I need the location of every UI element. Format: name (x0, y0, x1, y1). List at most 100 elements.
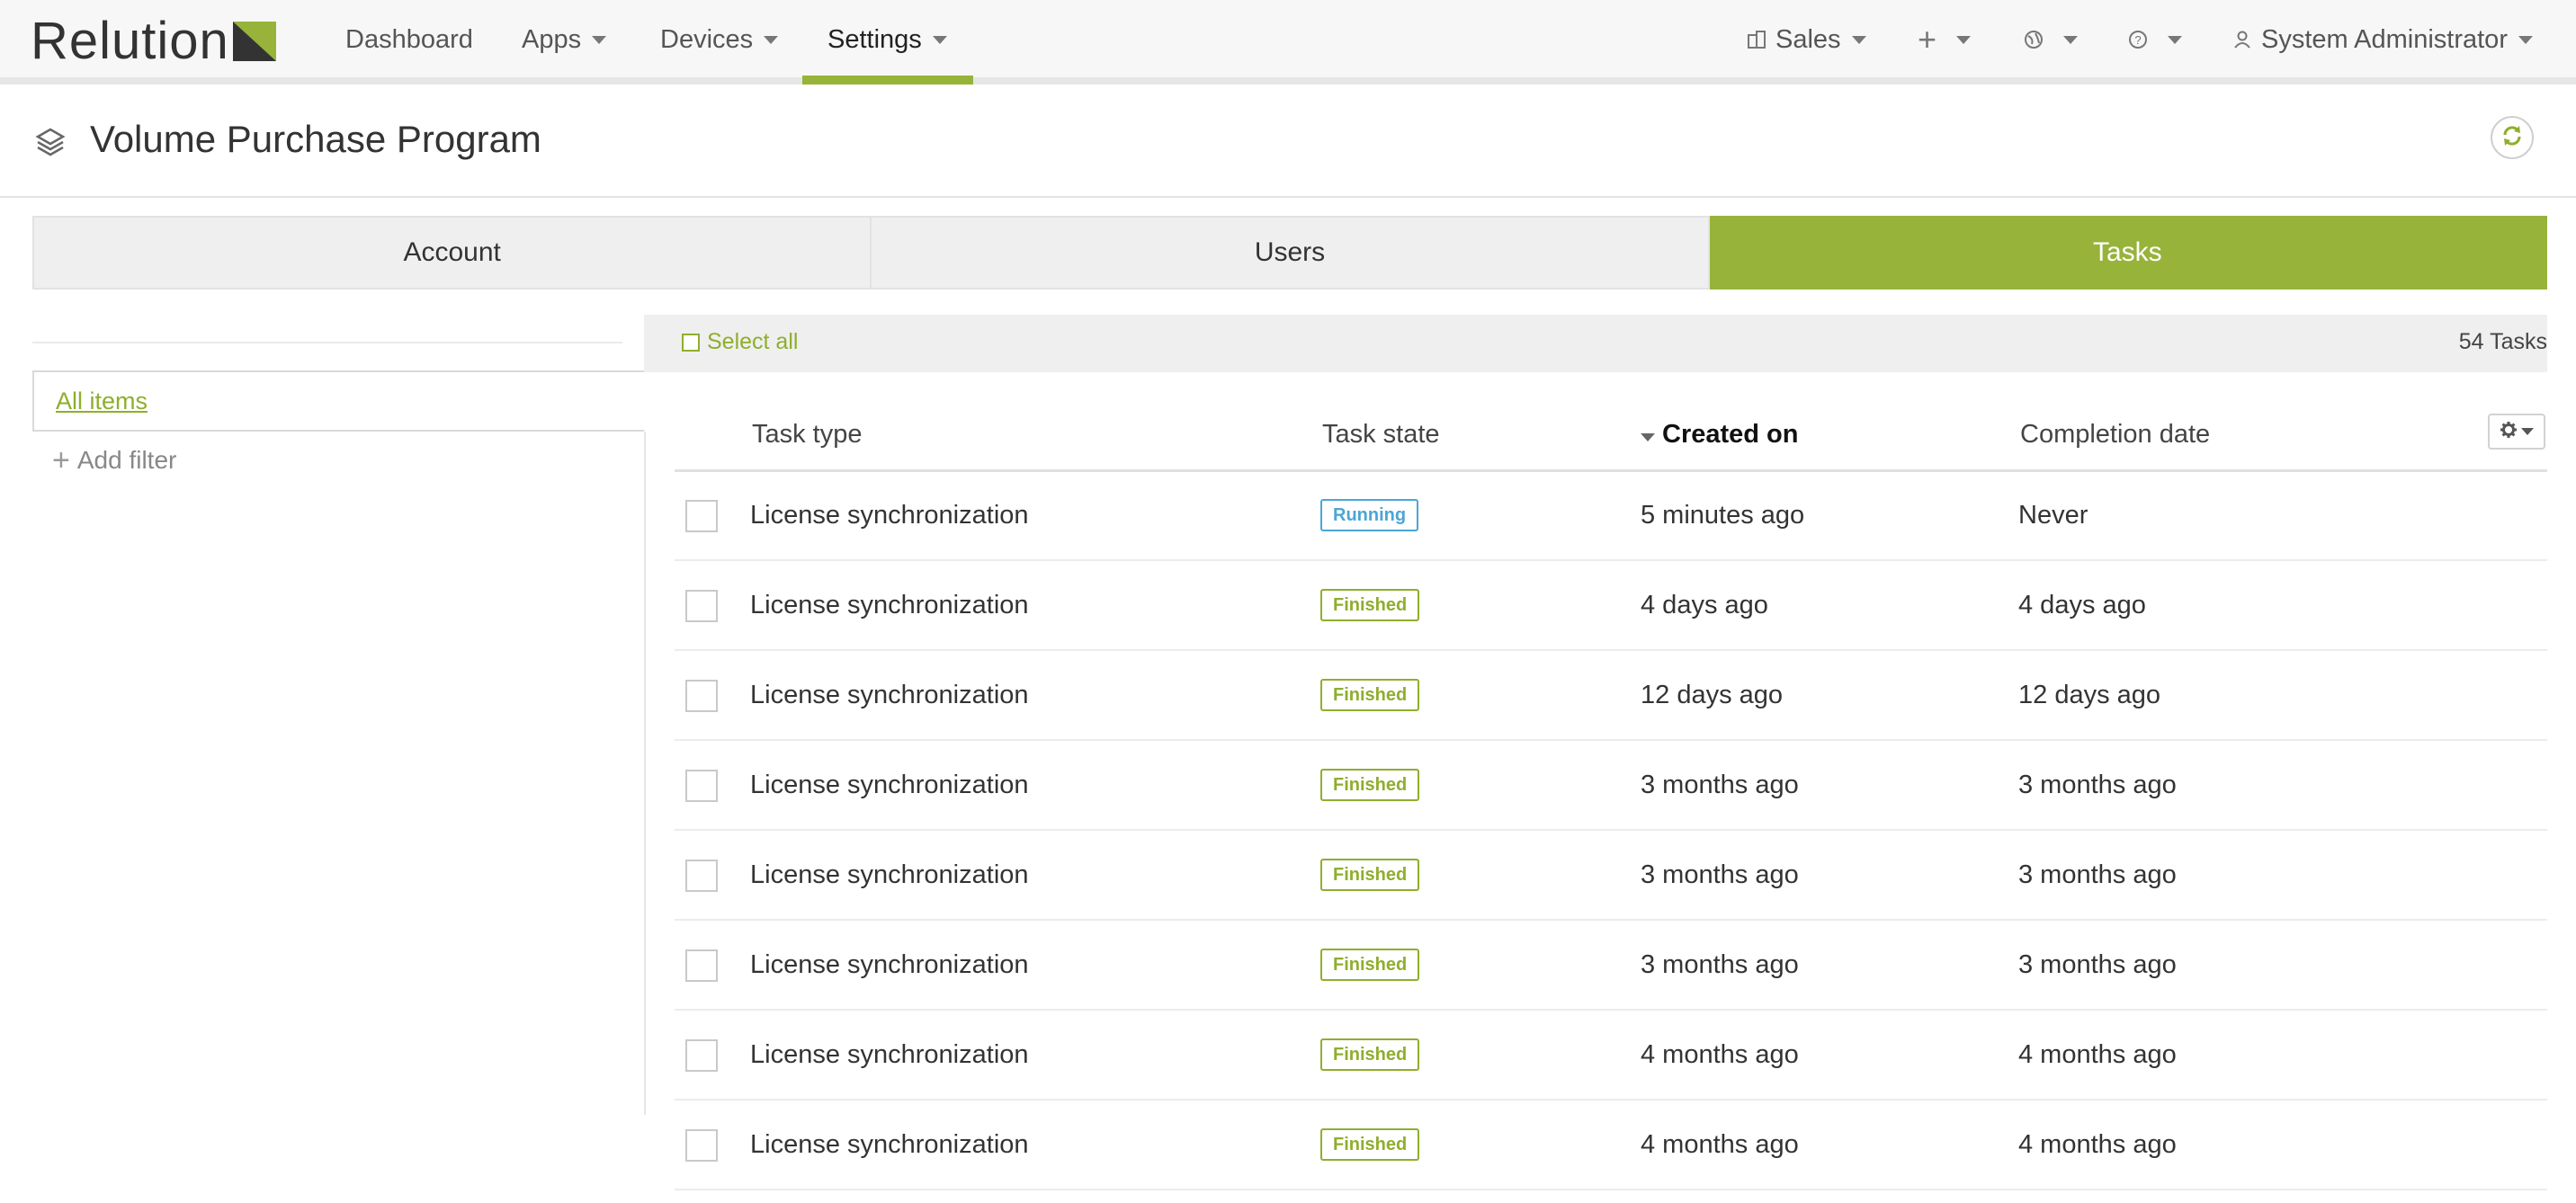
task-state-cell: Finished (1320, 921, 1420, 1009)
column-task-state-label: Task state (1322, 419, 1440, 449)
task-type-cell: License synchronization (750, 1129, 1029, 1159)
user-icon (2232, 30, 2252, 49)
task-type-cell: License synchronization (750, 949, 1029, 979)
row-checkbox[interactable] (685, 860, 718, 892)
filter-all-items[interactable]: All items (32, 370, 644, 432)
nav-apps-label: Apps (522, 24, 582, 54)
nav-devices[interactable]: Devices (660, 0, 779, 79)
created-on-cell: 3 months ago (1641, 860, 1799, 889)
column-created-on-label: Created on (1662, 419, 1799, 449)
table-row[interactable]: License synchronization Finished 4 months … (675, 1011, 2547, 1101)
user-menu[interactable]: System Administrator (2232, 0, 2533, 79)
language-menu[interactable] (2024, 0, 2078, 79)
task-type-cell: License synchronization (750, 590, 1029, 619)
nav-active-indicator (802, 76, 973, 85)
add-filter-button[interactable]: + Add filter (52, 445, 176, 476)
completion-date-cell: 3 months ago (2018, 949, 2177, 979)
tab-users[interactable]: Users (872, 216, 1710, 290)
column-settings-button[interactable] (2488, 414, 2545, 450)
nav-dashboard-label: Dashboard (345, 24, 473, 54)
created-on-cell: 4 days ago (1641, 590, 1768, 619)
relution-logo[interactable]: Relution (31, 12, 276, 70)
nav-settings[interactable]: Settings (827, 0, 947, 79)
refresh-button[interactable] (2491, 116, 2534, 159)
table-row[interactable]: License synchronization Finished 12 days a… (675, 651, 2547, 741)
table-row[interactable]: License synchronization Finished 4 months … (675, 1101, 2547, 1190)
org-label: Sales (1775, 24, 1841, 54)
filter-divider (32, 342, 622, 343)
status-badge: Finished (1320, 949, 1420, 981)
table-row[interactable]: License synchronization Finished 4 days ag… (675, 561, 2547, 651)
completion-date-cell: 3 months ago (2018, 860, 2177, 889)
row-checkbox[interactable] (685, 1129, 718, 1162)
completion-date-cell: 4 months ago (2018, 1039, 2177, 1069)
status-badge: Finished (1320, 589, 1420, 621)
task-table-body: License synchronization Running 5 minutes … (675, 471, 2547, 1190)
task-state-cell: Finished (1320, 831, 1420, 919)
created-on-cell: 12 days ago (1641, 680, 1784, 709)
completion-date-cell: Never (2018, 500, 2089, 530)
row-checkbox[interactable] (685, 590, 718, 622)
row-checkbox[interactable] (685, 770, 718, 802)
column-created-on[interactable]: Created on (1641, 406, 1798, 462)
select-all[interactable]: Select all (682, 329, 798, 355)
user-label: System Administrator (2261, 24, 2508, 54)
nav-dashboard[interactable]: Dashboard (345, 0, 473, 79)
completion-date-cell: 4 months ago (2018, 1129, 2177, 1159)
org-selector[interactable]: Sales (1747, 0, 1866, 79)
sort-descending-icon (1641, 432, 1655, 441)
status-badge: Finished (1320, 769, 1420, 801)
task-type-cell: License synchronization (750, 680, 1029, 709)
task-state-cell: Finished (1320, 561, 1420, 649)
vpp-tabs: Account Users Tasks (32, 216, 2547, 290)
table-row[interactable]: License synchronization Finished 3 months … (675, 831, 2547, 921)
add-menu[interactable]: + (1918, 0, 1972, 79)
table-row[interactable]: License synchronization Finished 3 months … (675, 921, 2547, 1011)
row-checkbox[interactable] (685, 500, 718, 532)
status-badge: Running (1320, 499, 1419, 531)
task-type-cell: License synchronization (750, 770, 1029, 799)
chevron-down-icon (592, 35, 607, 44)
logo-text: Relution (31, 12, 229, 70)
tab-account[interactable]: Account (32, 216, 872, 290)
task-state-cell: Running (1320, 471, 1419, 559)
status-badge: Finished (1320, 1128, 1420, 1161)
row-checkbox[interactable] (685, 680, 718, 712)
row-checkbox[interactable] (685, 1039, 718, 1072)
status-badge: Finished (1320, 859, 1420, 891)
row-checkbox[interactable] (685, 949, 718, 982)
nav-apps[interactable]: Apps (522, 0, 607, 79)
column-completion-date-label: Completion date (2020, 419, 2211, 449)
created-on-cell: 4 months ago (1641, 1129, 1799, 1159)
select-all-checkbox[interactable] (682, 333, 700, 352)
table-row[interactable]: License synchronization Finished 3 months … (675, 741, 2547, 831)
tab-tasks[interactable]: Tasks (1709, 216, 2547, 290)
plus-icon: + (52, 443, 70, 477)
chevron-down-icon (932, 35, 947, 44)
chevron-down-icon (2168, 35, 2182, 44)
task-state-cell: Finished (1320, 1101, 1420, 1189)
task-state-cell: Finished (1320, 651, 1420, 739)
task-type-cell: License synchronization (750, 860, 1029, 889)
status-badge: Finished (1320, 1038, 1420, 1071)
column-task-state[interactable]: Task state (1322, 406, 1440, 462)
question-icon: ? (2128, 30, 2148, 49)
all-items-link[interactable]: All items (56, 388, 148, 415)
add-filter-label: Add filter (76, 446, 177, 474)
chevron-down-icon (764, 35, 779, 44)
column-task-type[interactable]: Task type (752, 406, 863, 462)
created-on-cell: 4 months ago (1641, 1039, 1799, 1069)
completion-date-cell: 4 days ago (2018, 590, 2146, 619)
chevron-down-icon (2063, 35, 2078, 44)
logo-mark-icon (232, 22, 276, 61)
panel-divider (644, 432, 646, 1115)
table-row[interactable]: License synchronization Running 5 minutes … (675, 471, 2547, 561)
column-completion-date[interactable]: Completion date (2020, 406, 2210, 462)
task-type-cell: License synchronization (750, 500, 1029, 530)
chevron-down-icon (2521, 428, 2534, 435)
status-badge: Finished (1320, 679, 1420, 711)
refresh-icon (2500, 123, 2525, 153)
help-menu[interactable]: ? (2128, 0, 2182, 79)
chevron-down-icon (1956, 35, 1972, 44)
layers-icon (32, 124, 68, 160)
